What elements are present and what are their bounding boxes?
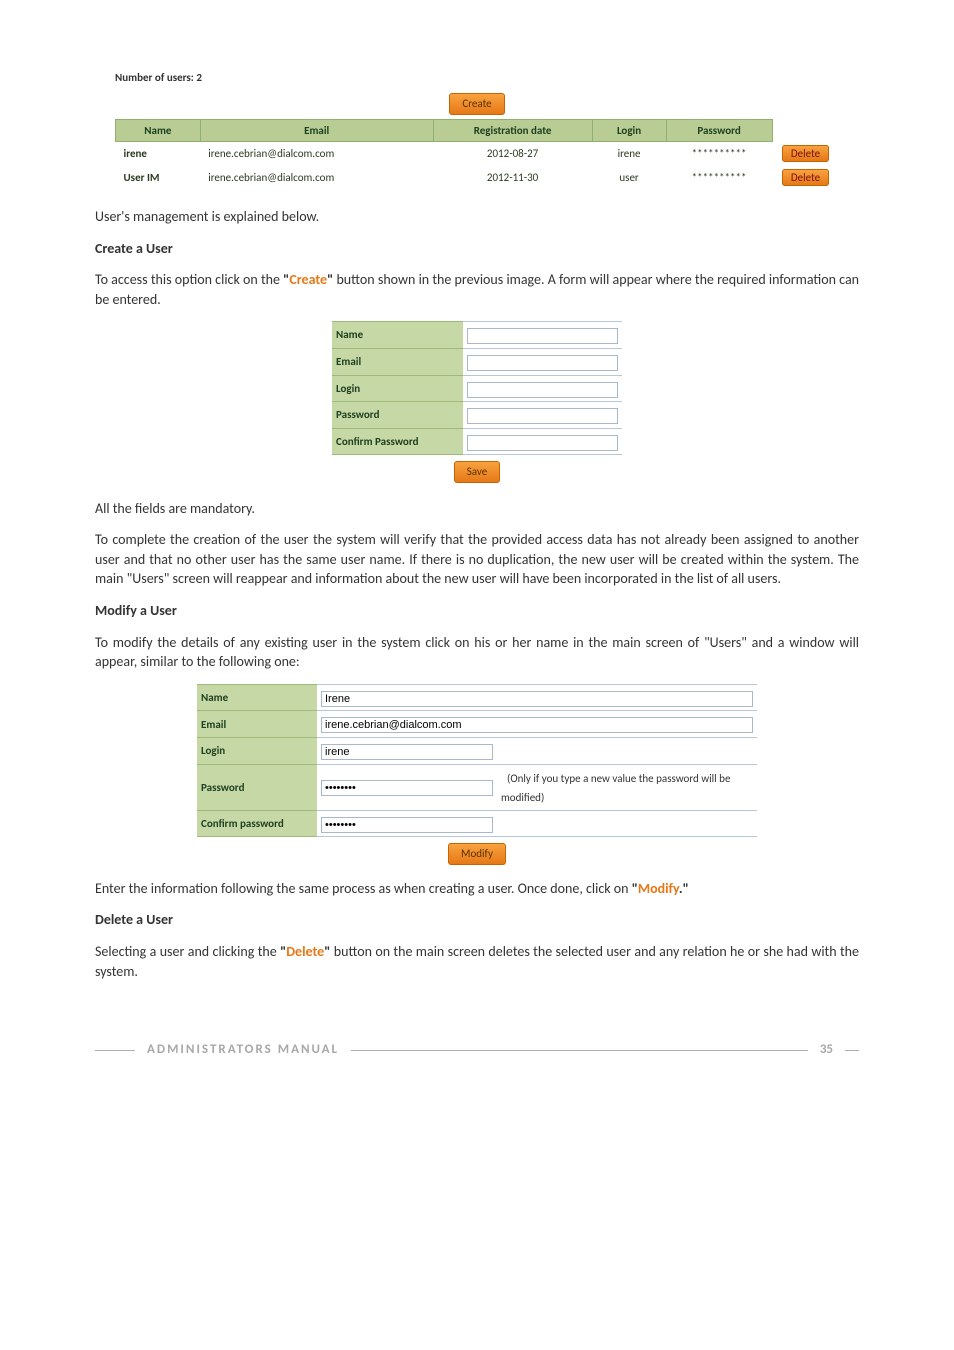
row-email: irene.cebrian@dialcom.com <box>200 166 433 189</box>
paragraph: To complete the creation of the user the… <box>95 530 859 589</box>
num-users-label: Number of users: 2 <box>115 70 839 85</box>
login-field[interactable] <box>321 744 493 760</box>
paragraph: Selecting a user and clicking the "Delet… <box>95 942 859 981</box>
modify-user-heading: Modify a User <box>95 601 859 621</box>
num-users-text: Number of users: <box>115 71 194 84</box>
footer-line <box>845 1050 859 1051</box>
footer-line <box>351 1050 808 1051</box>
th-password: Password <box>666 119 772 141</box>
table-row: User IM irene.cebrian@dialcom.com 2012-1… <box>116 166 840 189</box>
th-login: Login <box>592 119 666 141</box>
delete-button[interactable]: Delete <box>782 169 829 186</box>
page-footer: ADMINISTRATORS MANUAL 35 <box>95 1041 859 1059</box>
th-actions <box>772 119 839 141</box>
th-email: Email <box>200 119 433 141</box>
row-password: ********** <box>666 166 772 189</box>
modify-form: Name Email Login Password (Only if you t… <box>197 684 757 865</box>
email-field[interactable] <box>321 717 753 733</box>
footer-title: ADMINISTRATORS MANUAL <box>147 1041 339 1059</box>
th-regdate: Registration date <box>433 119 592 141</box>
paragraph: To access this option click on the "Crea… <box>95 270 859 309</box>
footer-page: 35 <box>820 1041 833 1059</box>
name-field[interactable] <box>321 691 753 707</box>
lbl-email: Email <box>332 348 463 375</box>
row-regdate: 2012-11-30 <box>433 166 592 189</box>
table-header-row: Name Email Registration date Login Passw… <box>116 119 840 141</box>
row-regdate: 2012-08-27 <box>433 142 592 166</box>
confirm-password-field[interactable] <box>467 435 619 451</box>
users-block: Number of users: 2 Create Name Email Reg… <box>115 70 839 189</box>
email-field[interactable] <box>467 355 619 371</box>
lbl-login: Login <box>197 738 317 765</box>
footer-line <box>95 1050 135 1051</box>
num-users-value: 2 <box>196 71 202 84</box>
row-name[interactable]: irene <box>116 142 201 166</box>
quote: " <box>683 880 689 897</box>
create-button[interactable]: Create <box>449 93 504 114</box>
lbl-password: Password <box>332 402 463 429</box>
confirm-password-field[interactable] <box>321 817 493 833</box>
text-span: Enter the information following the same… <box>95 880 632 897</box>
delete-word: Delete <box>286 943 324 960</box>
lbl-email: Email <box>197 711 317 738</box>
name-field[interactable] <box>467 328 619 344</box>
login-field[interactable] <box>467 382 619 398</box>
modify-word: Modify <box>638 880 679 897</box>
paragraph: Enter the information following the same… <box>95 879 859 899</box>
row-login: irene <box>592 142 666 166</box>
lbl-login: Login <box>332 375 463 402</box>
modify-button[interactable]: Modify <box>448 843 506 864</box>
row-login: user <box>592 166 666 189</box>
create-user-heading: Create a User <box>95 239 859 259</box>
lbl-password: Password <box>197 764 317 810</box>
text-span: To access this option click on the <box>95 271 283 288</box>
paragraph: All the fields are mandatory. <box>95 499 859 519</box>
text-span: Selecting a user and clicking the <box>95 943 280 960</box>
row-name[interactable]: User IM <box>116 166 201 189</box>
delete-user-heading: Delete a User <box>95 910 859 930</box>
lbl-confirm: Confirm Password <box>332 428 463 455</box>
users-table: Name Email Registration date Login Passw… <box>115 119 839 189</box>
row-email: irene.cebrian@dialcom.com <box>200 142 433 166</box>
table-row: irene irene.cebrian@dialcom.com 2012-08-… <box>116 142 840 166</box>
lbl-name: Name <box>197 684 317 711</box>
create-word: Create <box>289 271 327 288</box>
delete-button[interactable]: Delete <box>782 145 829 162</box>
create-form: Name Email Login Password Confirm Passwo… <box>332 321 622 482</box>
save-button[interactable]: Save <box>454 461 500 482</box>
lbl-name: Name <box>332 322 463 349</box>
paragraph: User's management is explained below. <box>95 207 859 227</box>
password-field[interactable] <box>467 408 619 424</box>
password-field[interactable] <box>321 780 493 796</box>
password-hint: (Only if you type a new value the passwo… <box>501 772 730 805</box>
th-name: Name <box>116 119 201 141</box>
paragraph: To modify the details of any existing us… <box>95 633 859 672</box>
lbl-confirm: Confirm password <box>197 810 317 837</box>
row-password: ********** <box>666 142 772 166</box>
